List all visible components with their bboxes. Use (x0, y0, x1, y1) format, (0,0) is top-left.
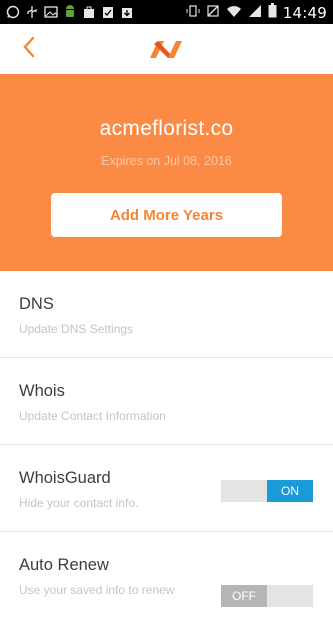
auto-renew-toggle-off: OFF (221, 585, 267, 607)
add-more-years-button[interactable]: Add More Years (51, 193, 282, 237)
status-time: 14:49 (282, 4, 327, 22)
download-icon (120, 4, 134, 20)
namecheap-logo (148, 38, 184, 60)
signal-icon (248, 4, 262, 23)
wifi-icon (226, 4, 242, 23)
domain-settings-list: DNS Update DNS Settings Whois Update Con… (0, 271, 333, 619)
chevron-left-icon (22, 36, 36, 63)
whois-subtitle: Update Contact Information (19, 409, 166, 423)
whoisguard-title: WhoisGuard (19, 469, 111, 487)
whoisguard-row: WhoisGuard Hide your contact info. ON (0, 445, 333, 532)
whoisguard-toggle[interactable]: ON (221, 480, 313, 502)
battery-icon (268, 3, 277, 23)
clipboard-check-icon (101, 4, 115, 20)
dns-title: DNS (19, 295, 54, 313)
whoisguard-subtitle: Hide your contact info. (19, 496, 139, 510)
back-button[interactable] (14, 34, 44, 64)
system-icons: 14:49 (186, 3, 327, 23)
whois-row[interactable]: Whois Update Contact Information (0, 358, 333, 445)
auto-renew-title: Auto Renew (19, 556, 109, 574)
no-sim-icon (206, 4, 220, 23)
whois-title: Whois (19, 382, 65, 400)
auto-renew-row: Auto Renew Use your saved info to renew … (0, 532, 333, 619)
image-icon (44, 4, 58, 20)
dns-row[interactable]: DNS Update DNS Settings (0, 271, 333, 358)
whoisguard-toggle-on: ON (267, 480, 313, 502)
notification-icons (6, 4, 134, 20)
whatsapp-icon (6, 4, 20, 20)
domain-banner: acmeflorist.co Expires on Jul 08, 2016 A… (0, 74, 333, 271)
app-bar (0, 24, 333, 74)
expiration-date: Expires on Jul 08, 2016 (101, 154, 232, 168)
auto-renew-subtitle: Use your saved info to renew (19, 583, 175, 597)
android-icon (63, 4, 77, 20)
status-bar: 14:49 (0, 0, 333, 24)
vibrate-icon (186, 4, 200, 23)
bag-icon (82, 4, 96, 20)
usb-icon (25, 4, 39, 20)
auto-renew-toggle[interactable]: OFF (221, 585, 313, 607)
domain-name: acmeflorist.co (99, 117, 234, 140)
dns-subtitle: Update DNS Settings (19, 322, 134, 336)
